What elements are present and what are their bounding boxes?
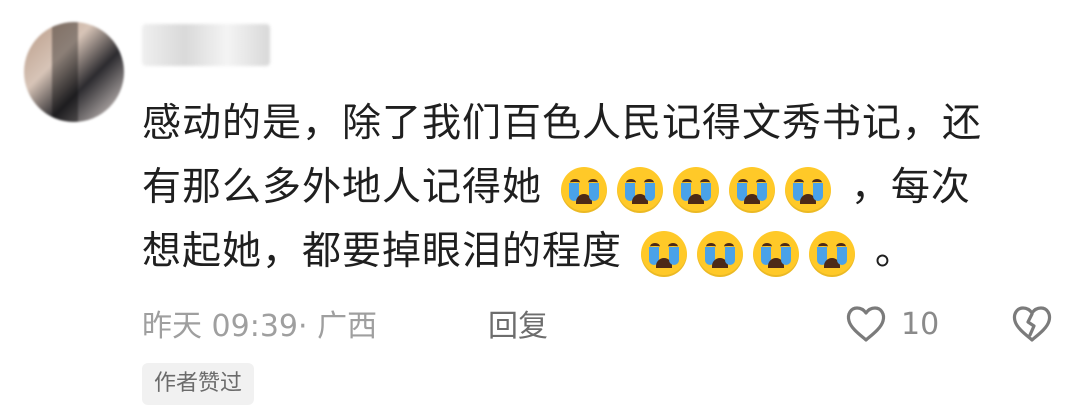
comment-meta: 昨天 09:39· 广西: [142, 309, 378, 344]
broken-heart-icon: [1012, 306, 1052, 342]
crying-face-icon: [785, 166, 832, 213]
comment-line-3-tail: 。: [874, 229, 915, 274]
comment-text-block: 感动的是，除了我们百色人民记得文秀书记，还 有那么多外地人记得她 ，每次 想起她…: [142, 92, 1062, 284]
comment-line-2-text: 有那么多外地人记得她: [142, 165, 543, 210]
like-count: 10: [901, 306, 940, 342]
crying-face-icon: [753, 230, 800, 277]
comment-line-3: 想起她，都要掉眼泪的程度 。: [142, 220, 1062, 284]
crying-face-icon: [641, 230, 688, 277]
dislike-button[interactable]: [1010, 304, 1054, 344]
crying-face-group-1: [561, 166, 832, 213]
crying-face-icon: [673, 166, 720, 213]
avatar[interactable]: [24, 22, 124, 122]
comment-line-1: 感动的是，除了我们百色人民记得文秀书记，还: [142, 101, 983, 146]
crying-face-icon: [729, 166, 776, 213]
crying-face-icon: [561, 166, 608, 213]
like-button[interactable]: 10: [845, 305, 939, 343]
comment-line-2-tail: ，每次: [850, 165, 971, 210]
author-liked-badge: 作者赞过: [142, 363, 255, 405]
crying-face-group-2: [641, 230, 856, 277]
crying-face-icon: [809, 230, 856, 277]
comment-line-2: 有那么多外地人记得她 ，每次: [142, 156, 1062, 220]
username[interactable]: [142, 24, 270, 66]
heart-icon[interactable]: [845, 305, 887, 343]
crying-face-icon: [697, 230, 744, 277]
reply-button[interactable]: 回复: [488, 307, 548, 347]
comment-line-3-text: 想起她，都要掉眼泪的程度: [142, 229, 623, 274]
crying-face-icon: [617, 166, 664, 213]
